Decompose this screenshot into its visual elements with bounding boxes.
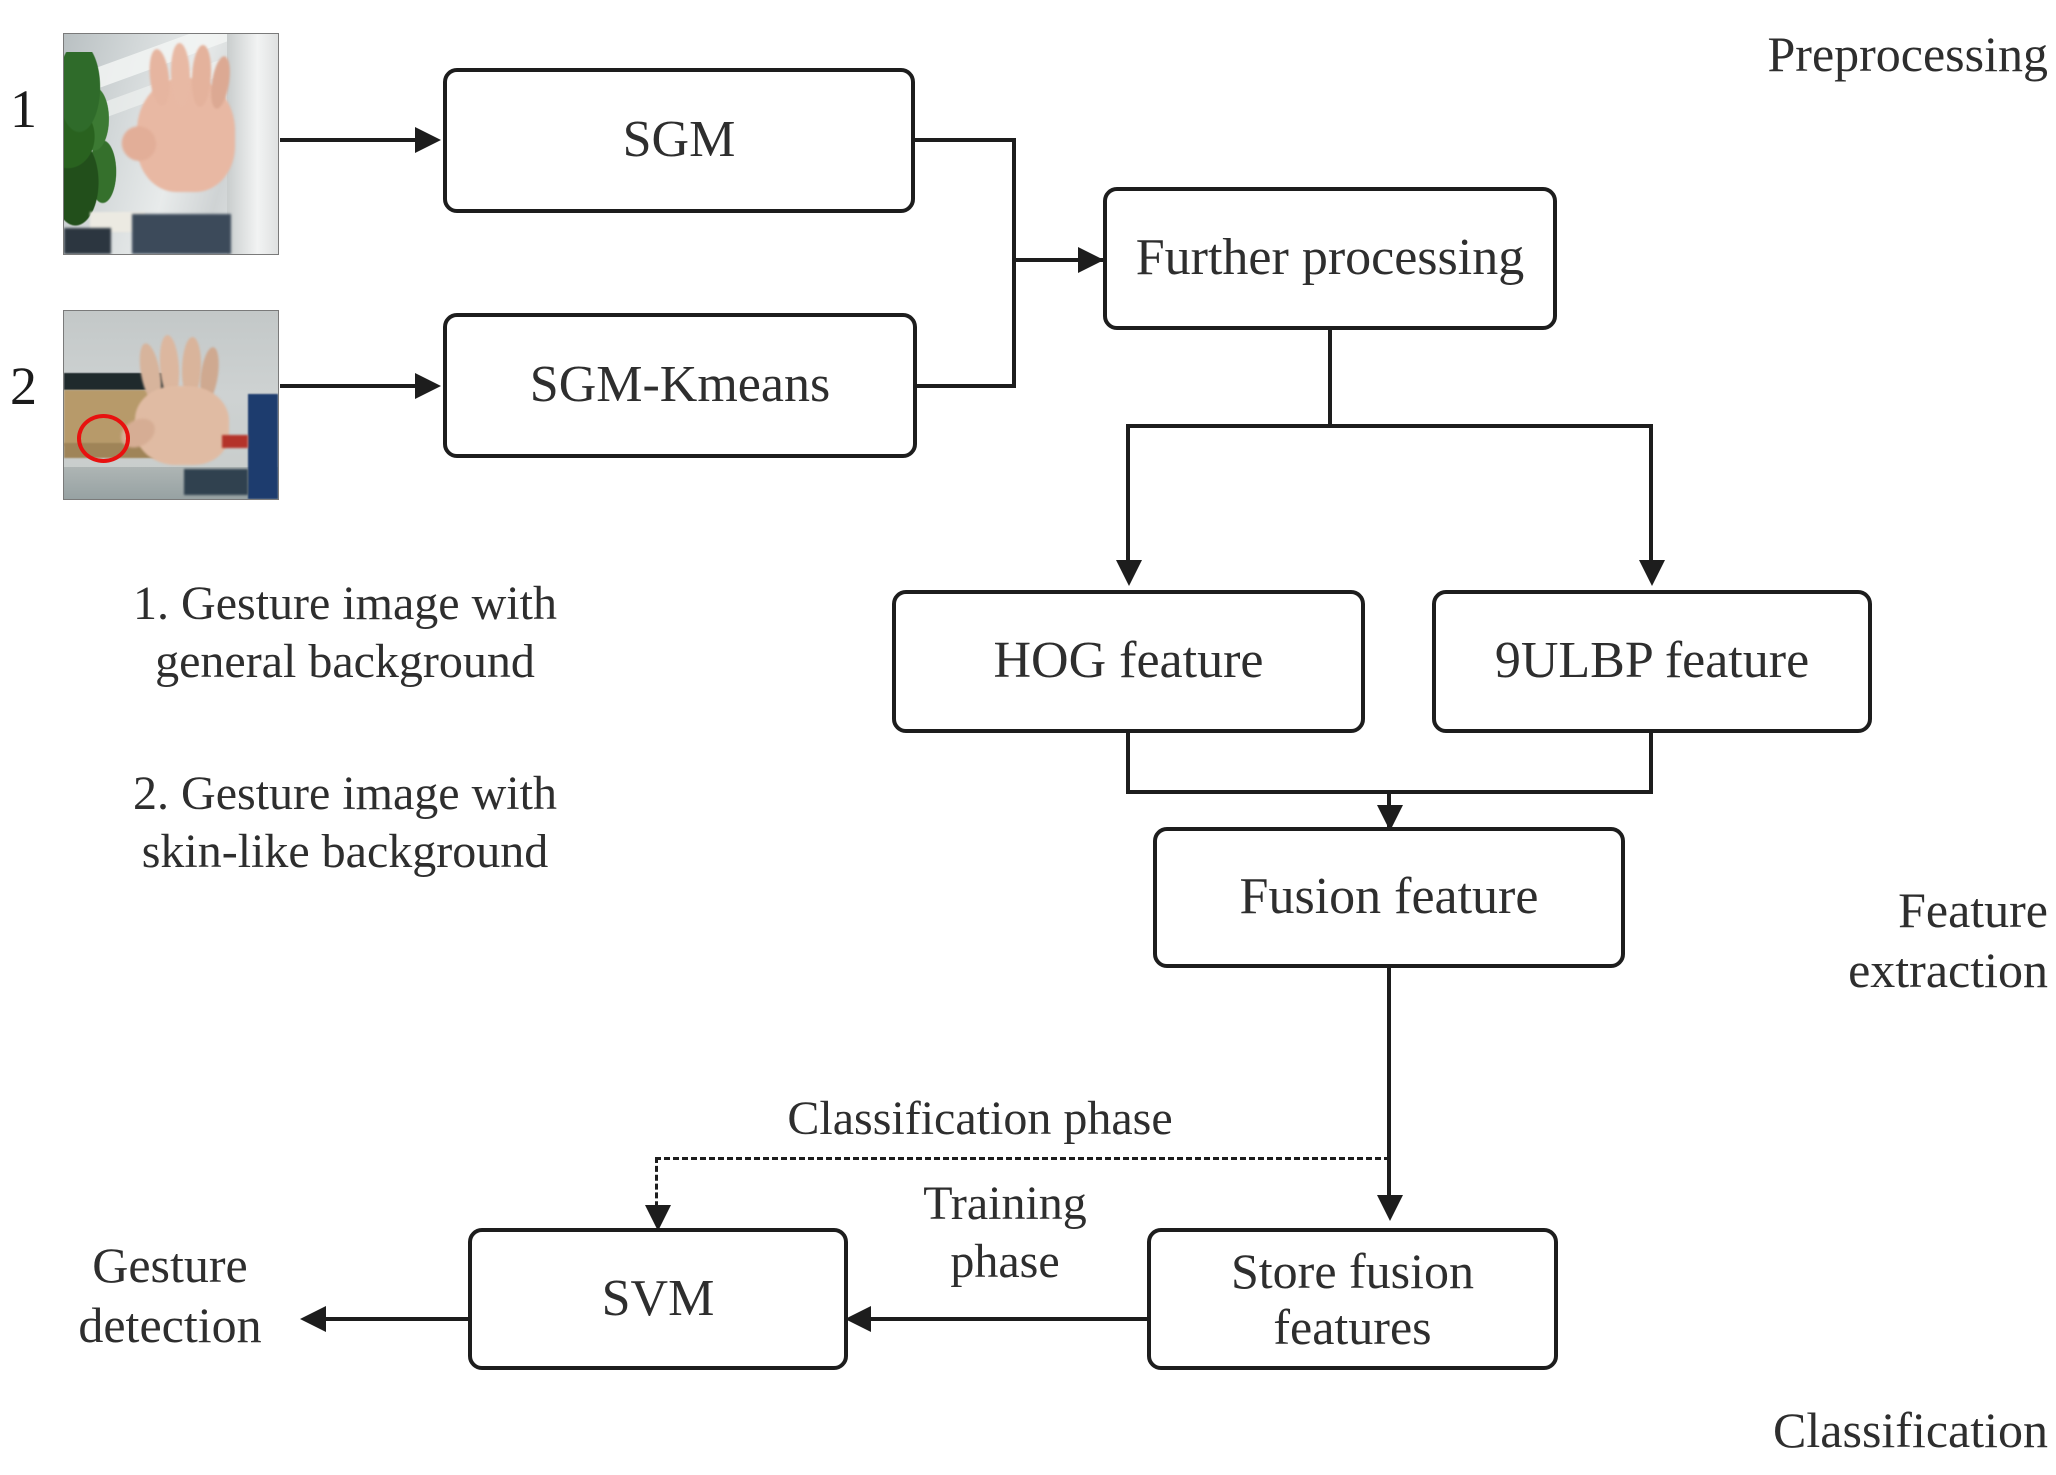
edge-label-classification-phase: Classification phase — [787, 1092, 1173, 1145]
arrowhead-to-store-fusion-features — [1377, 1195, 1403, 1221]
edge-label-training-phase: Training phase — [923, 1177, 1087, 1288]
node-sgm-kmeans[interactable]: SGM-Kmeans — [443, 313, 917, 458]
node-ulbp-feature-label: 9ULBP feature — [1494, 632, 1810, 690]
node-hog-feature-label: HOG feature — [993, 632, 1264, 690]
flowchart-canvas: 1 2 Preprocessing Feature extraction Cla… — [0, 0, 2056, 1475]
node-hog-feature[interactable]: HOG feature — [892, 590, 1365, 733]
arrowhead-training-phase-to-svm — [845, 1306, 871, 1332]
edge-merge-vertical — [1012, 138, 1016, 388]
edge-input1-to-sgm — [280, 138, 420, 142]
node-ulbp-feature[interactable]: 9ULBP feature — [1432, 590, 1872, 733]
edge-classification-phase-dashed — [655, 1157, 1390, 1160]
edge-fusion-to-store — [1387, 966, 1391, 1211]
node-store-fusion-features[interactable]: Store fusion features — [1147, 1228, 1558, 1370]
arrowhead-input2-to-sgm-kmeans — [415, 373, 441, 399]
node-further-processing-label: Further processing — [1135, 229, 1525, 287]
gesture-image-skin-like-background — [63, 310, 279, 500]
arrowhead-input1-to-sgm — [415, 127, 441, 153]
input-index-1: 1 — [10, 79, 37, 139]
node-sgm-kmeans-label: SGM-Kmeans — [529, 356, 831, 414]
stage-label-preprocessing: Preprocessing — [1767, 26, 2049, 82]
edge-split-horizontal — [1126, 424, 1653, 428]
node-further-processing[interactable]: Further processing — [1103, 187, 1557, 330]
output-gesture-detection: Gesture detection — [78, 1237, 262, 1353]
edge-svm-to-gesture-detection — [310, 1317, 470, 1321]
gesture-image-general-background — [63, 33, 279, 255]
legend-item-2: 2. Gesture image with skin-like backgrou… — [133, 767, 557, 878]
edge-training-phase — [854, 1317, 1149, 1321]
stage-label-classification: Classification — [1773, 1402, 2048, 1458]
edge-further-processing-down — [1328, 328, 1332, 428]
node-sgm[interactable]: SGM — [443, 68, 915, 213]
arrowhead-gesture-detection — [300, 1306, 326, 1332]
arrowhead-to-further-processing — [1078, 247, 1104, 273]
input-index-2: 2 — [10, 356, 37, 416]
edge-sgm-out — [913, 138, 1016, 142]
node-sgm-label: SGM — [622, 111, 736, 169]
arrowhead-to-ulbp — [1639, 560, 1665, 586]
edge-split-right-branch — [1649, 424, 1653, 564]
node-svm-label: SVM — [601, 1269, 715, 1327]
node-svm[interactable]: SVM — [468, 1228, 848, 1370]
edge-ulbp-down — [1649, 731, 1653, 794]
stage-label-feature-extraction: Feature extraction — [1848, 882, 2048, 998]
node-fusion-feature-label: Fusion feature — [1239, 868, 1539, 926]
edge-hog-down — [1126, 731, 1130, 794]
arrowhead-to-hog — [1116, 560, 1142, 586]
edge-split-left-branch — [1126, 424, 1130, 564]
edge-input2-to-sgm-kmeans — [280, 384, 420, 388]
node-fusion-feature[interactable]: Fusion feature — [1153, 827, 1625, 968]
legend-item-1: 1. Gesture image with general background — [133, 577, 557, 688]
edge-sgm-kmeans-out — [913, 384, 1016, 388]
node-store-fusion-features-label: Store fusion features — [1230, 1243, 1475, 1355]
